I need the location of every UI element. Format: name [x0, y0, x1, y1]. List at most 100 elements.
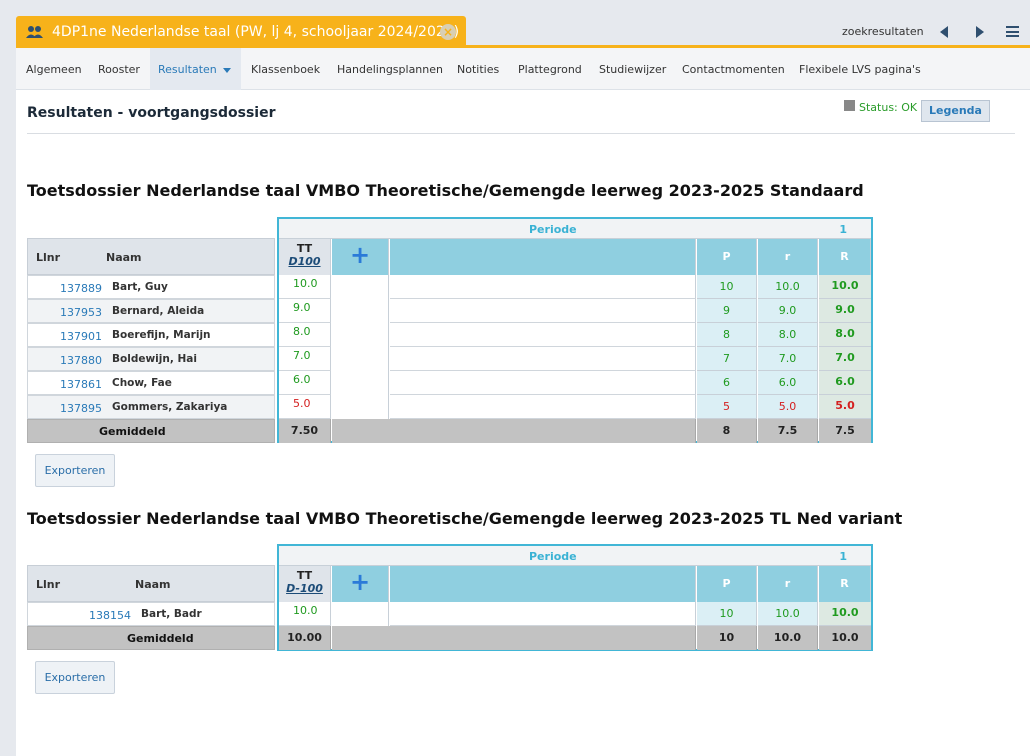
R-cell: 5.0	[819, 395, 871, 419]
student-llnr[interactable]: 138154	[89, 609, 131, 622]
header-blank	[390, 566, 696, 602]
tt-grade-cell[interactable]: 8.0	[279, 323, 331, 347]
student-name: Boerefijn, Marijn	[112, 329, 211, 341]
r-cell: 6.0	[758, 371, 818, 395]
tt-grade-cell[interactable]: 10.0	[279, 602, 331, 626]
col-naam-header: Naam	[106, 251, 142, 264]
blank-cell	[390, 371, 696, 395]
blank-cell	[390, 323, 696, 347]
subnav-klassenboek[interactable]: Klassenboek	[251, 63, 320, 76]
tab-title: 4DP1ne Nederlandse taal (PW, lj 4, schoo…	[52, 24, 460, 40]
p-cell: 8	[697, 323, 757, 347]
tt-column-header[interactable]: TT D-100	[279, 566, 331, 602]
student-row: 137895 Gommers, Zakariya	[27, 395, 275, 419]
p-cell: 7	[697, 347, 757, 371]
col-naam-header: Naam	[135, 578, 171, 591]
student-llnr[interactable]: 137861	[60, 378, 102, 391]
search-results-link[interactable]: zoekresultaten	[842, 25, 924, 38]
add-column-cell	[332, 275, 389, 299]
R-cell: 10.0	[819, 602, 871, 626]
R-cell: 6.0	[819, 371, 871, 395]
group-tab[interactable]: 4DP1ne Nederlandse taal (PW, lj 4, schoo…	[16, 16, 466, 48]
blank-cell	[390, 299, 696, 323]
average-label: Gemiddeld	[127, 632, 194, 645]
subnav-contactmomenten[interactable]: Contactmomenten	[682, 63, 785, 76]
subnav-algemeen[interactable]: Algemeen	[26, 63, 82, 76]
tt-grade-cell[interactable]: 9.0	[279, 299, 331, 323]
student-row: 137889 Bart, Guy	[27, 275, 275, 299]
add-column-button[interactable]: +	[332, 566, 389, 602]
sub-navigation: Algemeen Rooster Resultaten Klassenboek …	[16, 48, 1030, 90]
tt-code[interactable]: D100	[279, 255, 330, 268]
content-panel: Algemeen Rooster Resultaten Klassenboek …	[16, 48, 1030, 756]
average-R: 10.0	[819, 626, 871, 650]
subnav-handelingsplannen[interactable]: Handelingsplannen	[337, 63, 443, 76]
student-name: Bart, Guy	[112, 281, 168, 293]
tt-label: TT	[296, 569, 313, 582]
average-tt: 7.50	[279, 419, 331, 443]
average-p: 8	[697, 419, 757, 443]
header-blank	[390, 239, 696, 275]
periode-label: Periode	[529, 223, 577, 236]
menu-icon[interactable]	[1006, 26, 1019, 37]
average-label: Gemiddeld	[99, 425, 166, 438]
top-bar: 4DP1ne Nederlandse taal (PW, lj 4, schoo…	[0, 0, 1030, 48]
periode-label: Periode	[529, 550, 577, 563]
close-icon[interactable]: ×	[440, 24, 456, 40]
divider	[27, 133, 1015, 134]
next-icon[interactable]	[976, 26, 984, 38]
tt-code[interactable]: D-100	[279, 582, 330, 595]
student-name: Chow, Fae	[112, 377, 172, 389]
average-tt: 10.00	[279, 626, 331, 650]
student-row: 138154 Bart, Badr	[27, 602, 275, 626]
student-llnr[interactable]: 137880	[60, 354, 102, 367]
subnav-flexibele-lvs[interactable]: Flexibele LVS pagina's	[799, 63, 921, 76]
student-name: Bernard, Aleida	[112, 305, 205, 317]
export-button[interactable]: Exporteren	[35, 661, 115, 694]
previous-icon[interactable]	[940, 26, 948, 38]
add-column-cell	[332, 395, 389, 419]
tt-grade-cell[interactable]: 10.0	[279, 275, 331, 299]
student-row: 137953 Bernard, Aleida	[27, 299, 275, 323]
student-llnr[interactable]: 137953	[60, 306, 102, 319]
average-r: 7.5	[758, 419, 818, 443]
R-cell: 9.0	[819, 299, 871, 323]
periode-number: 1	[839, 223, 847, 236]
r-cell: 7.0	[758, 347, 818, 371]
plus-icon: +	[349, 241, 371, 269]
r-cell: 10.0	[758, 602, 818, 626]
average-row: Gemiddeld	[27, 419, 275, 443]
periode-row: Periode 1	[279, 546, 871, 566]
subnav-studiewijzer[interactable]: Studiewijzer	[599, 63, 666, 76]
p-cell: 9	[697, 299, 757, 323]
blank-cell	[390, 395, 696, 419]
periode-number: 1	[839, 550, 847, 563]
subnav-rooster[interactable]: Rooster	[98, 63, 140, 76]
student-llnr[interactable]: 137895	[60, 402, 102, 415]
subnav-resultaten[interactable]: Resultaten	[150, 48, 241, 90]
group-icon	[26, 26, 43, 38]
chevron-down-icon	[222, 67, 231, 73]
average-R: 7.5	[819, 419, 871, 443]
average-blank	[332, 419, 696, 443]
name-header: Llnr Naam	[27, 238, 275, 275]
tt-grade-cell[interactable]: 5.0	[279, 395, 331, 419]
tt-grade-cell[interactable]: 6.0	[279, 371, 331, 395]
subnav-notities[interactable]: Notities	[457, 63, 499, 76]
legenda-button[interactable]: Legenda	[921, 100, 990, 122]
subnav-plattegrond[interactable]: Plattegrond	[518, 63, 582, 76]
add-column-button[interactable]: +	[332, 239, 389, 275]
student-row: 137880 Boldewijn, Hai	[27, 347, 275, 371]
col-R-header: R	[819, 566, 871, 602]
add-column-cell	[332, 371, 389, 395]
student-llnr[interactable]: 137901	[60, 330, 102, 343]
save-icon	[844, 100, 855, 111]
export-button[interactable]: Exporteren	[35, 454, 115, 487]
tt-column-header[interactable]: TT D100	[279, 239, 331, 275]
p-cell: 6	[697, 371, 757, 395]
student-llnr[interactable]: 137889	[60, 282, 102, 295]
tt-label: TT	[296, 242, 313, 255]
col-p-header: P	[697, 566, 757, 602]
tt-grade-cell[interactable]: 7.0	[279, 347, 331, 371]
average-blank	[332, 626, 696, 650]
